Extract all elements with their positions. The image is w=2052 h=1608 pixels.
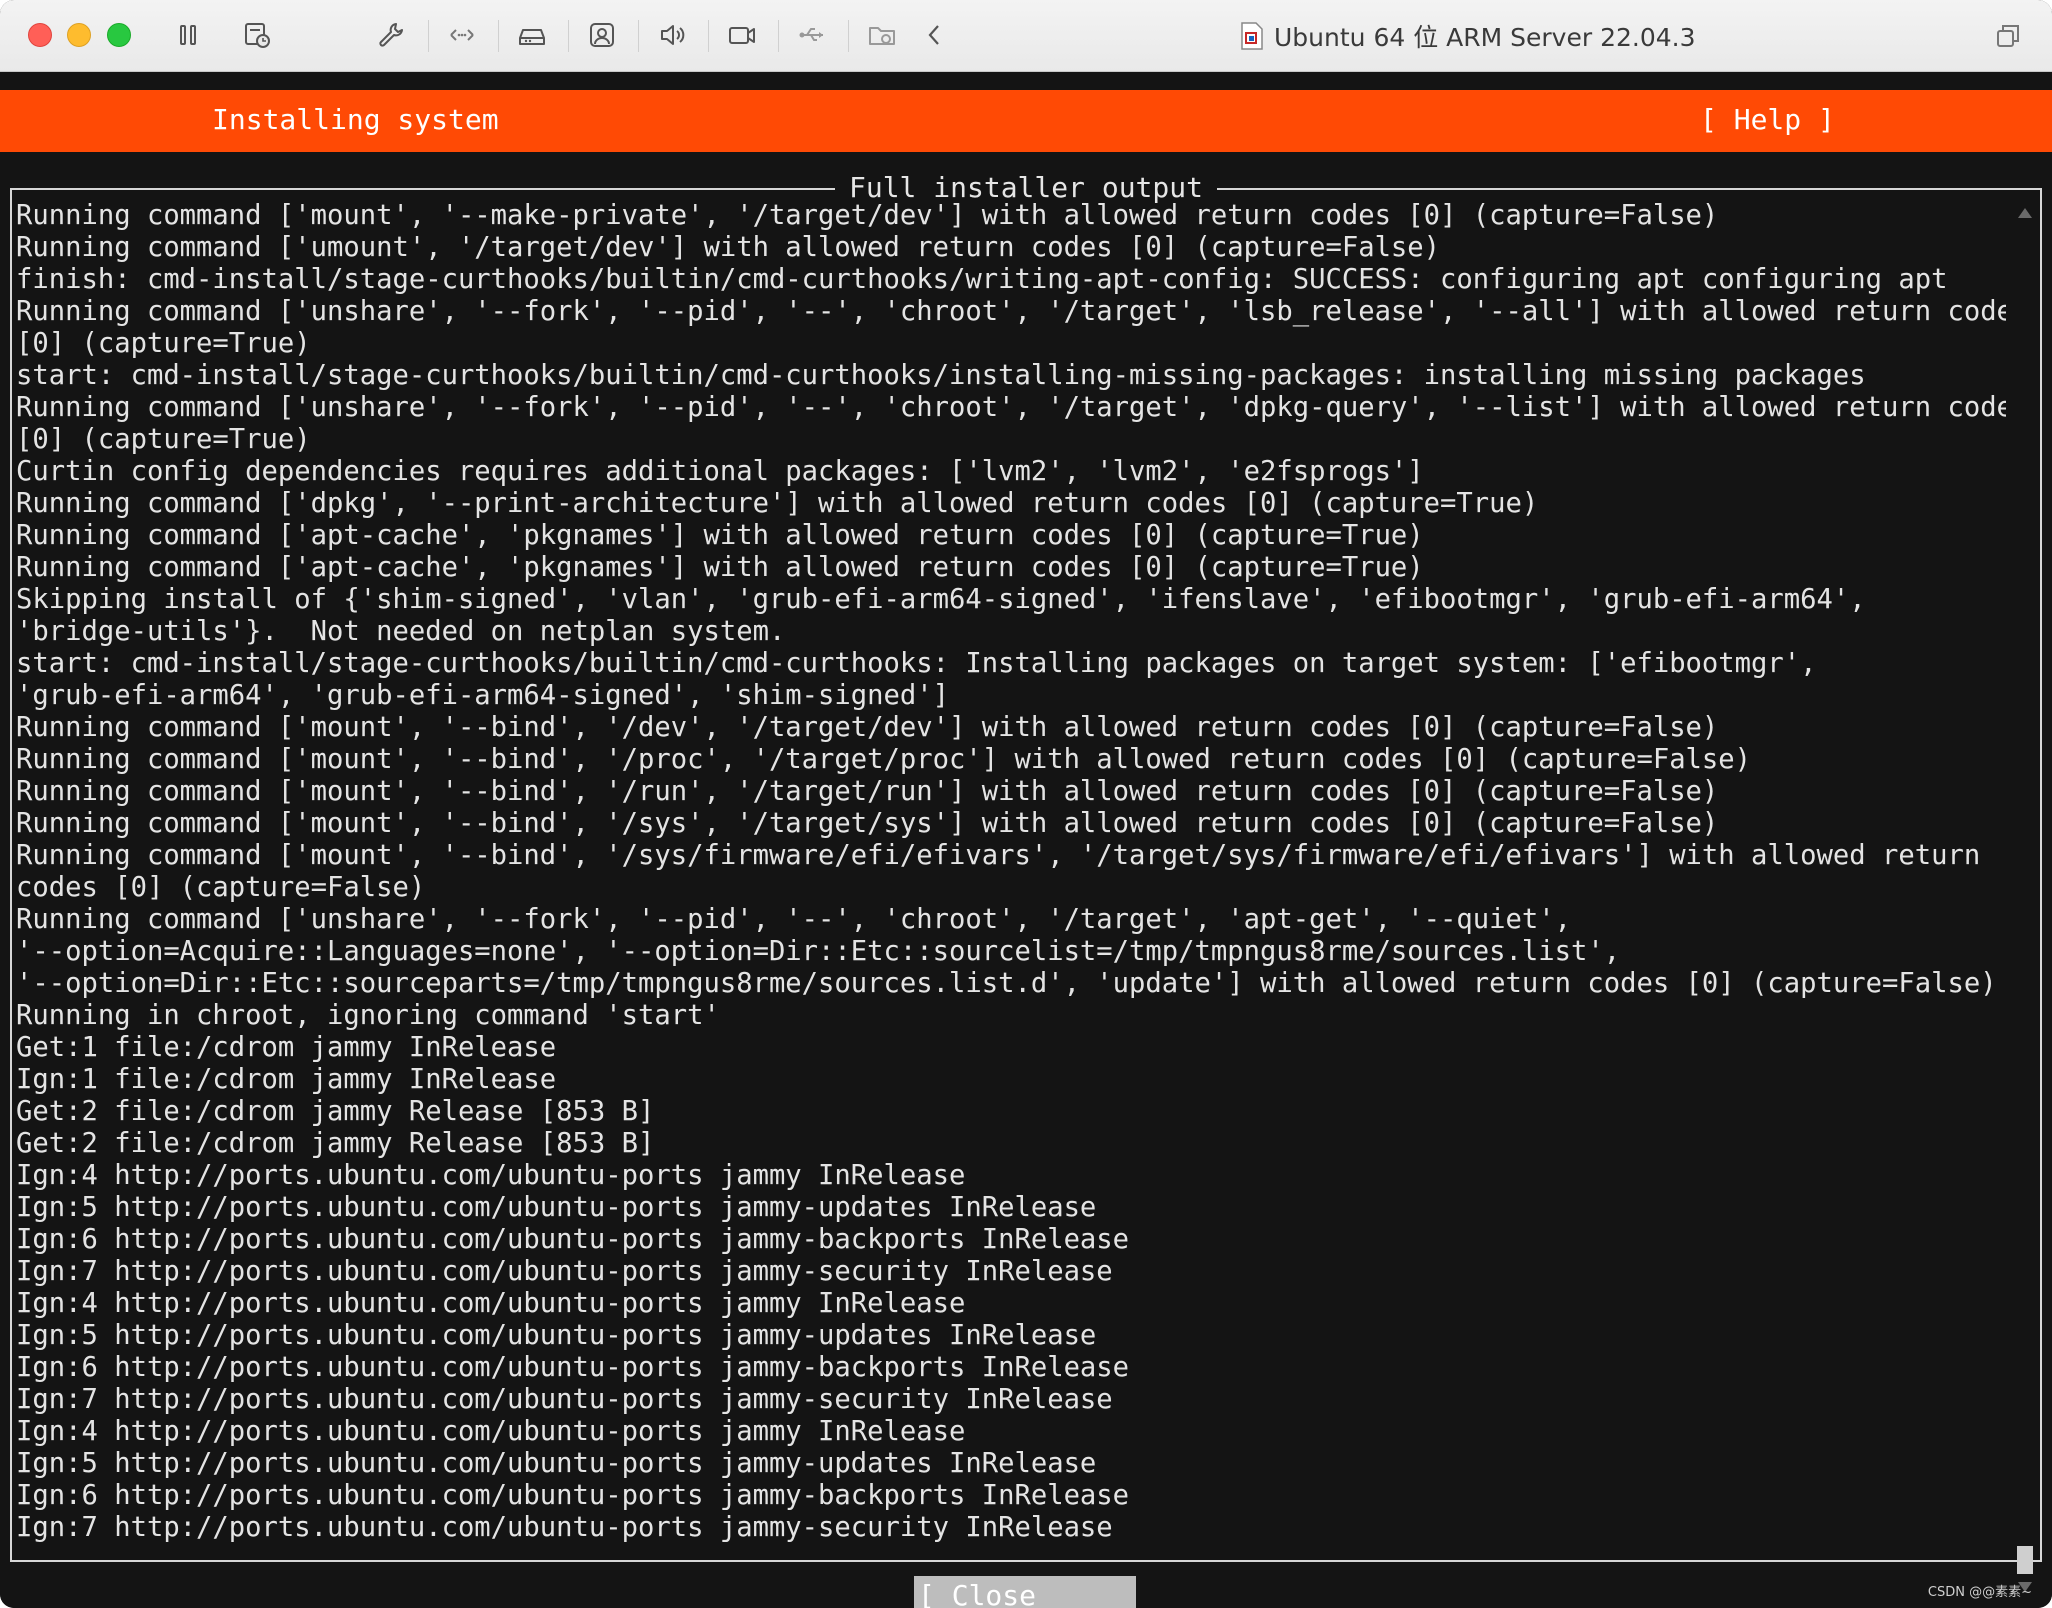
vm-console[interactable]: Installing system [ Help ] Full installe…	[0, 72, 2052, 1608]
log-line: Running command ['mount', '--bind', '/sy…	[16, 840, 1981, 871]
log-line: Ign:4 http://ports.ubuntu.com/ubuntu-por…	[16, 1288, 966, 1319]
close-button[interactable]: [ Close ]	[914, 1576, 1136, 1608]
settings-wrench-icon[interactable]	[376, 20, 406, 50]
log-line: codes [0] (capture=False)	[16, 872, 426, 903]
close-window-button[interactable]	[28, 23, 52, 47]
log-line: Skipping install of {'shim-signed', 'vla…	[16, 584, 1866, 615]
shared-folder-icon[interactable]	[867, 20, 897, 50]
log-line: Curtin config dependencies requires addi…	[16, 456, 1424, 487]
log-line: Running command ['mount', '--bind', '/de…	[16, 712, 1719, 743]
log-line: [0] (capture=True)	[16, 424, 311, 455]
log-line: Ign:6 http://ports.ubuntu.com/ubuntu-por…	[16, 1352, 1130, 1383]
log-line: Ign:7 http://ports.ubuntu.com/ubuntu-por…	[16, 1512, 1113, 1543]
log-line: Ign:5 http://ports.ubuntu.com/ubuntu-por…	[16, 1192, 1097, 1223]
log-line: Running command ['unshare', '--fork', '-…	[16, 904, 1571, 935]
restore-window-icon[interactable]	[1994, 22, 2022, 50]
log-line: Ign:5 http://ports.ubuntu.com/ubuntu-por…	[16, 1448, 1097, 1479]
installer-header: Installing system [ Help ]	[0, 90, 2052, 152]
installer-log[interactable]: Running command ['mount', '--make-privat…	[16, 200, 2006, 1560]
log-line: start: cmd-install/stage-curthooks/built…	[16, 360, 1866, 391]
log-line: Running command ['mount', '--bind', '/ru…	[16, 776, 1719, 807]
help-button[interactable]: [ Help ]	[1700, 103, 1835, 136]
log-line: Get:2 file:/cdrom jammy Release [853 B]	[16, 1096, 655, 1127]
log-line: Running in chroot, ignoring command 'sta…	[16, 1000, 720, 1031]
chevron-left-icon[interactable]	[920, 20, 950, 50]
log-line: [0] (capture=True)	[16, 328, 311, 359]
log-line: Running command ['mount', '--bind', '/sy…	[16, 808, 1719, 839]
title-bar: Ubuntu 64 位 ARM Server 22.04.3	[0, 0, 2052, 72]
sound-icon[interactable]	[657, 20, 687, 50]
log-line: Get:2 file:/cdrom jammy Release [853 B]	[16, 1128, 655, 1159]
log-line: Ign:4 http://ports.ubuntu.com/ubuntu-por…	[16, 1160, 966, 1191]
log-line: '--option=Dir::Etc::sourceparts=/tmp/tmp…	[16, 968, 1997, 999]
scroll-thumb[interactable]	[2017, 1546, 2033, 1574]
usb-icon[interactable]	[797, 20, 827, 50]
log-line: Ign:7 http://ports.ubuntu.com/ubuntu-por…	[16, 1384, 1113, 1415]
log-line: Running command ['umount', '/target/dev'…	[16, 232, 1441, 263]
log-scrollbar[interactable]	[2014, 206, 2036, 1608]
installer-title: Installing system	[212, 103, 499, 136]
log-line: Running command ['mount', '--bind', '/pr…	[16, 744, 1752, 775]
log-line: Ign:1 file:/cdrom jammy InRelease	[16, 1064, 557, 1095]
window-title: Ubuntu 64 位 ARM Server 22.04.3	[1240, 18, 1696, 54]
video-camera-icon[interactable]	[727, 20, 757, 50]
log-line: 'bridge-utils'}. Not needed on netplan s…	[16, 616, 786, 647]
watermark: CSDN @@素素~	[1927, 1585, 2032, 1600]
log-line: Running command ['apt-cache', 'pkgnames'…	[16, 520, 1424, 551]
log-line: Ign:6 http://ports.ubuntu.com/ubuntu-por…	[16, 1480, 1130, 1511]
vm-window: Ubuntu 64 位 ARM Server 22.04.3 Installin…	[0, 0, 2052, 1608]
log-line: Get:1 file:/cdrom jammy InRelease	[16, 1032, 557, 1063]
log-line: Ign:7 http://ports.ubuntu.com/ubuntu-por…	[16, 1256, 1113, 1287]
camera-webcam-icon[interactable]	[587, 20, 617, 50]
pause-icon[interactable]	[173, 20, 203, 50]
log-line: Running command ['dpkg', '--print-archit…	[16, 488, 1539, 519]
log-line: Running command ['mount', '--make-privat…	[16, 200, 1719, 231]
log-line: '--option=Acquire::Languages=none', '--o…	[16, 936, 1621, 967]
log-line: finish: cmd-install/stage-curthooks/buil…	[16, 264, 1948, 295]
log-line: Ign:5 http://ports.ubuntu.com/ubuntu-por…	[16, 1320, 1097, 1351]
window-title-text: Ubuntu 64 位 ARM Server 22.04.3	[1274, 23, 1696, 52]
snapshot-icon[interactable]	[242, 20, 272, 50]
log-line: 'grub-efi-arm64', 'grub-efi-arm64-signed…	[16, 680, 949, 711]
log-line: start: cmd-install/stage-curthooks/built…	[16, 648, 1817, 679]
zoom-window-button[interactable]	[107, 23, 131, 47]
log-line: Running command ['unshare', '--fork', '-…	[16, 392, 2006, 423]
log-line: Ign:4 http://ports.ubuntu.com/ubuntu-por…	[16, 1416, 966, 1447]
log-line: Running command ['apt-cache', 'pkgnames'…	[16, 552, 1424, 583]
minimize-window-button[interactable]	[67, 23, 91, 47]
log-line: Running command ['unshare', '--fork', '-…	[16, 296, 2006, 327]
log-line: Ign:6 http://ports.ubuntu.com/ubuntu-por…	[16, 1224, 1130, 1255]
hard-disk-icon[interactable]	[517, 20, 547, 50]
scroll-up-arrow-icon[interactable]	[2018, 208, 2032, 218]
network-arrows-icon[interactable]	[447, 20, 477, 50]
vm-document-icon	[1241, 22, 1263, 50]
